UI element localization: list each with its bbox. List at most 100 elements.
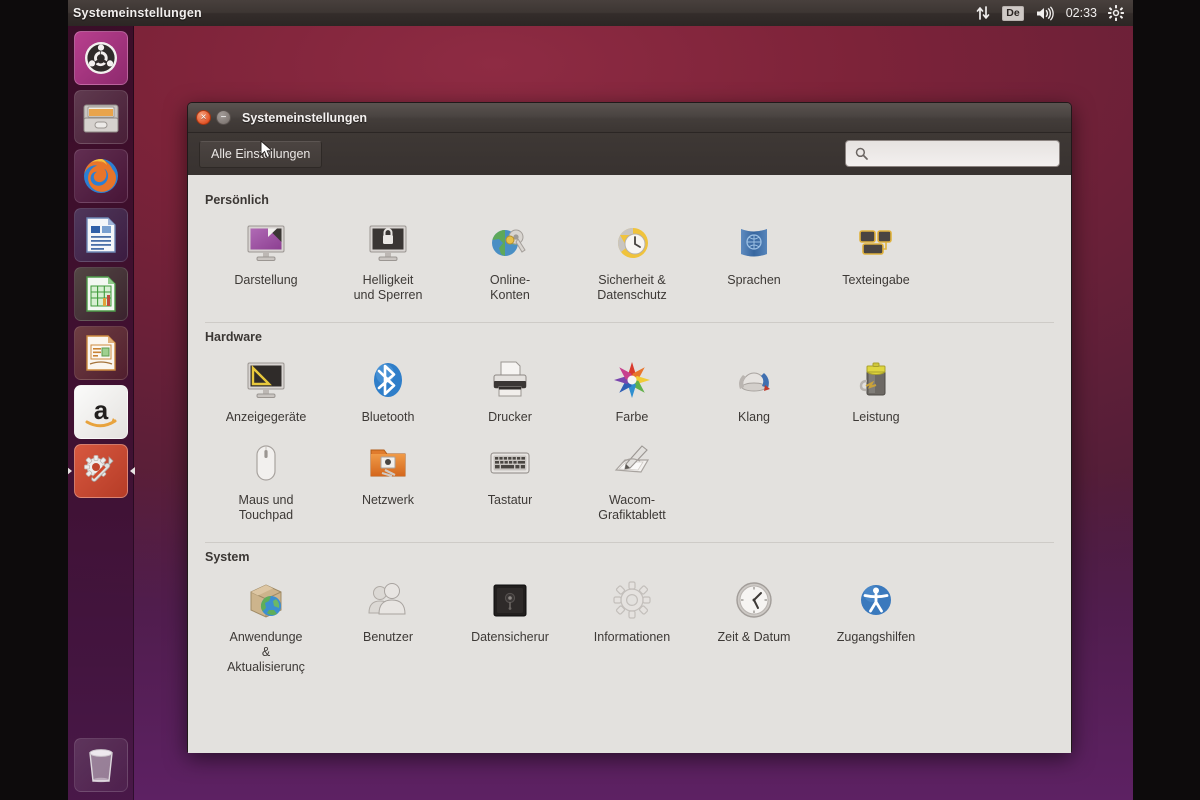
displays-icon: [242, 356, 290, 404]
setting-anzeigegeraete[interactable]: Anzeigegeräte: [205, 350, 327, 433]
launcher-item-amazon[interactable]: a: [74, 385, 128, 439]
setting-datensicherung[interactable]: Datensicherur: [449, 570, 571, 683]
top-panel: Systemeinstellungen De 02:33: [68, 0, 1133, 26]
setting-drucker[interactable]: Drucker: [449, 350, 571, 433]
setting-label: Wacom- Grafiktablett: [598, 493, 665, 523]
online-accounts-icon: [486, 219, 534, 267]
setting-helligkeit-und-sperren[interactable]: Helligkeit und Sperren: [327, 213, 449, 311]
setting-label: Farbe: [616, 410, 649, 425]
printer-icon: [486, 356, 534, 404]
settings-content: Persönlich: [188, 175, 1071, 753]
setting-label: Maus und Touchpad: [239, 493, 294, 523]
setting-leistung[interactable]: Leistung: [815, 350, 937, 433]
window-title: Systemeinstellungen: [242, 111, 367, 125]
unity-launcher: a: [68, 26, 134, 800]
details-icon: [608, 576, 656, 624]
search-input[interactable]: [845, 140, 1060, 167]
setting-tastatur[interactable]: Tastatur: [449, 433, 571, 531]
text-entry-icon: [852, 219, 900, 267]
setting-darstellung[interactable]: Darstellung: [205, 213, 327, 311]
users-icon: [364, 576, 412, 624]
setting-label: Klang: [738, 410, 770, 425]
privacy-icon: [608, 219, 656, 267]
language-icon: [730, 219, 778, 267]
section-title: Persönlich: [205, 193, 1054, 207]
setting-texteingabe[interactable]: Texteingabe: [815, 213, 937, 311]
keyboard-icon: [486, 439, 534, 487]
panel-app-title[interactable]: Systemeinstellungen: [73, 6, 202, 20]
settings-grid-system: Anwendunge & Aktualisierunç Benutzer: [205, 570, 1054, 683]
launcher-item-system-settings[interactable]: [74, 444, 128, 498]
setting-anwendungen-aktualisierungen[interactable]: Anwendunge & Aktualisierunç: [205, 570, 327, 683]
software-updates-icon: [242, 576, 290, 624]
setting-sicherheit-datenschutz[interactable]: Sicherheit & Datenschutz: [571, 213, 693, 311]
setting-label: Netzwerk: [362, 493, 414, 508]
window-toolbar: Alle Einstellungen: [188, 133, 1071, 175]
section-personal: Persönlich: [205, 186, 1054, 323]
setting-zugangshilfen[interactable]: Zugangshilfen: [815, 570, 937, 683]
setting-sprachen[interactable]: Sprachen: [693, 213, 815, 311]
launcher-item-trash[interactable]: [74, 738, 128, 792]
launcher-item-files[interactable]: [74, 90, 128, 144]
launcher-item-libreoffice-writer[interactable]: [74, 208, 128, 262]
network-folder-icon: [364, 439, 412, 487]
setting-label: Darstellung: [234, 273, 297, 288]
close-icon: ×: [201, 112, 207, 123]
setting-label: Texteingabe: [842, 273, 909, 288]
keyboard-layout-indicator[interactable]: De: [1002, 0, 1023, 26]
clock-icon: [730, 576, 778, 624]
mouse-touchpad-icon: [242, 439, 290, 487]
power-icon: [852, 356, 900, 404]
setting-label: Helligkeit und Sperren: [354, 273, 423, 303]
setting-online-konten[interactable]: Online- Konten: [449, 213, 571, 311]
setting-klang[interactable]: Klang: [693, 350, 815, 433]
setting-informationen[interactable]: Informationen: [571, 570, 693, 683]
setting-label: Benutzer: [363, 630, 413, 645]
clock[interactable]: 02:33: [1066, 6, 1097, 20]
setting-label: Anzeigegeräte: [226, 410, 307, 425]
section-system: System: [205, 543, 1054, 683]
accessibility-icon: [852, 576, 900, 624]
close-button[interactable]: ×: [196, 110, 211, 125]
backup-icon: [486, 576, 534, 624]
setting-label: Tastatur: [488, 493, 532, 508]
setting-wacom-grafiktablett[interactable]: Wacom- Grafiktablett: [571, 433, 693, 531]
gear-icon[interactable]: [1108, 0, 1124, 26]
setting-label: Drucker: [488, 410, 532, 425]
search-icon: [855, 147, 868, 160]
setting-label: Zeit & Datum: [718, 630, 791, 645]
setting-label: Zugangshilfen: [837, 630, 916, 645]
setting-label: Datensicherur: [471, 630, 549, 645]
launcher-item-libreoffice-calc[interactable]: [74, 267, 128, 321]
running-indicator-left: [68, 467, 72, 475]
svg-text:a: a: [93, 395, 108, 425]
color-icon: [608, 356, 656, 404]
setting-zeit-und-datum[interactable]: Zeit & Datum: [693, 570, 815, 683]
setting-benutzer[interactable]: Benutzer: [327, 570, 449, 683]
panel-indicators: De 02:33: [975, 0, 1133, 26]
section-hardware: Hardware Anzeigegeräte: [205, 323, 1054, 543]
system-settings-window: × − Systemeinstellungen Alle Einstellung…: [187, 102, 1072, 752]
launcher-item-dash-home[interactable]: [74, 31, 128, 85]
setting-farbe[interactable]: Farbe: [571, 350, 693, 433]
setting-label: Sicherheit & Datenschutz: [597, 273, 666, 303]
setting-label: Sprachen: [727, 273, 781, 288]
desktop-screen: Systemeinstellungen De 02:33: [68, 0, 1133, 800]
launcher-item-firefox[interactable]: [74, 149, 128, 203]
network-icon[interactable]: [975, 0, 991, 26]
volume-icon[interactable]: [1035, 0, 1055, 26]
setting-netzwerk[interactable]: Netzwerk: [327, 433, 449, 531]
setting-maus-und-touchpad[interactable]: Maus und Touchpad: [205, 433, 327, 531]
keyboard-layout-label: De: [1002, 6, 1023, 21]
setting-bluetooth[interactable]: Bluetooth: [327, 350, 449, 433]
setting-label: Informationen: [594, 630, 670, 645]
section-title: System: [205, 550, 1054, 564]
window-titlebar[interactable]: × − Systemeinstellungen: [188, 103, 1071, 133]
setting-label: Leistung: [852, 410, 899, 425]
minimize-button[interactable]: −: [216, 110, 231, 125]
launcher-item-libreoffice-impress[interactable]: [74, 326, 128, 380]
setting-label: Anwendunge & Aktualisierunç: [227, 630, 305, 675]
wacom-tablet-icon: [608, 439, 656, 487]
setting-label: Online- Konten: [490, 273, 530, 303]
bluetooth-icon: [364, 356, 412, 404]
